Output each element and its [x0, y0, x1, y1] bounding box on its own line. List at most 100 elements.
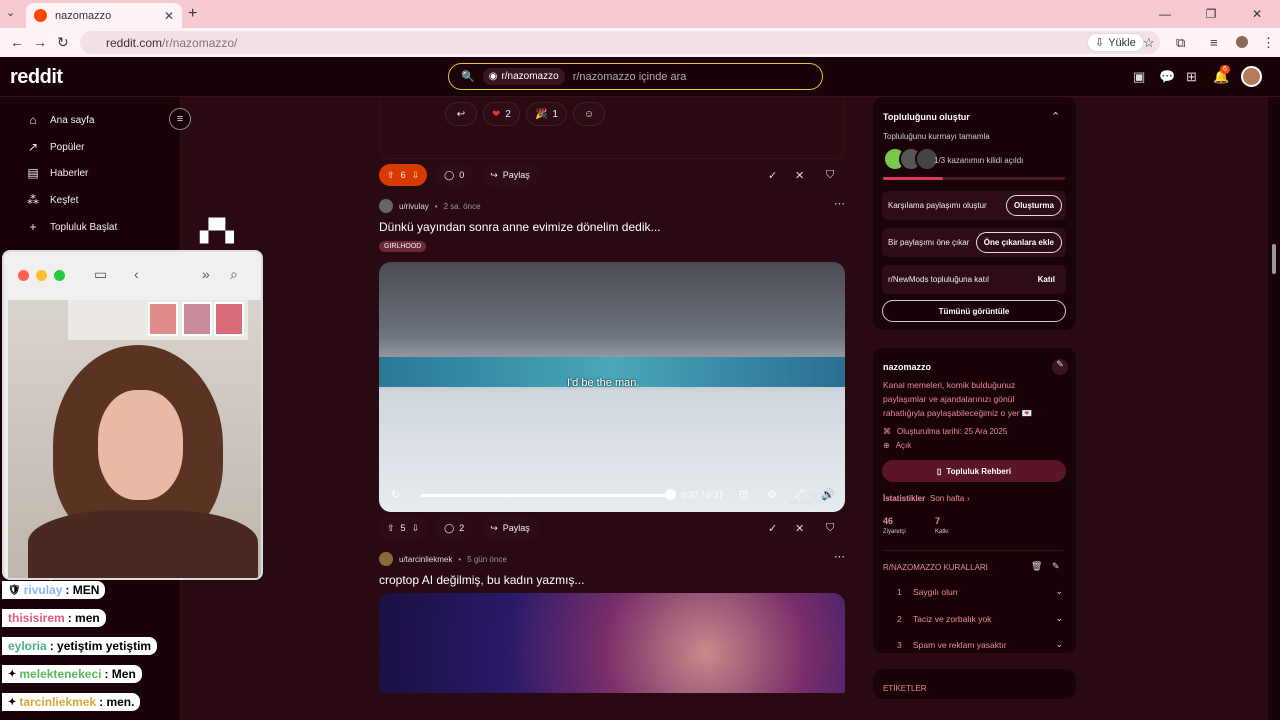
rule-item[interactable]: 1 Saygılı olun ⌄ — [883, 586, 1063, 597]
remove-icon[interactable]: ✕ — [795, 522, 804, 535]
notification-badge: 6 — [1220, 65, 1230, 74]
add-to-highlights-button[interactable]: Öne çıkanlara ekle — [975, 232, 1062, 253]
share-button[interactable]: ↪ Paylaş — [481, 164, 539, 186]
heart-reaction-button[interactable]: ❤ 2 — [483, 102, 520, 126]
media-icon[interactable]: ≡ — [1210, 35, 1218, 50]
view-all-button[interactable]: Tümünü görüntüle — [882, 300, 1066, 322]
post-image[interactable] — [379, 593, 845, 693]
search-input[interactable]: 🔍 ◉ r/nazomazzo r/nazomazzo içinde ara — [448, 63, 823, 90]
video-progress-thumb[interactable] — [665, 489, 676, 500]
captions-icon[interactable]: ⊡ — [739, 488, 748, 501]
chevron-up-icon[interactable]: ⌃ — [1051, 110, 1060, 123]
install-button[interactable]: ⇩ Yükle — [1087, 33, 1144, 52]
address-bar-row: ← → ↻ reddit.com/r/nazomazzo/ ⇩ Yükle ☆ ⧉… — [0, 28, 1280, 57]
reload-icon[interactable]: ↻ — [57, 34, 69, 51]
upvote-icon[interactable]: ⇧ — [387, 523, 395, 534]
comments-button[interactable]: ◯ 0 — [435, 164, 474, 186]
settings-gear-icon[interactable]: ⚙ — [767, 488, 777, 501]
downvote-icon[interactable]: ⇩ — [412, 170, 420, 181]
post-title[interactable]: croptop AI değilmiş, bu kadın yazmış... — [379, 573, 584, 587]
sidebar-item-popular[interactable]: ↗ Popüler — [26, 140, 85, 154]
contributions-count: 7 — [935, 516, 941, 526]
replay-icon[interactable]: ↻ — [391, 488, 400, 501]
url-field[interactable]: reddit.com/r/nazomazzo/ — [80, 31, 1160, 54]
vote-control[interactable]: ⇧ 5 ⇩ — [379, 517, 428, 539]
ads-icon[interactable]: ▣ — [1133, 69, 1145, 85]
rule-item[interactable]: 2 Taciz ve zorbalık yok ⌄ — [883, 613, 1063, 624]
approve-icon[interactable]: ✓ — [768, 169, 777, 182]
upvote-icon[interactable]: ⇧ — [387, 170, 395, 181]
restore-icon[interactable]: ❐ — [1188, 0, 1234, 28]
guide-label: Topluluk Rehberi — [946, 466, 1012, 476]
reply-button[interactable]: ↩ — [445, 102, 477, 126]
sidebar-item-start-community[interactable]: + Topluluk Başlat — [26, 220, 117, 234]
join-button[interactable]: Katıl — [1031, 269, 1062, 290]
page-scrollbar[interactable] — [1268, 97, 1280, 720]
share-icon: ↪ — [490, 522, 498, 533]
setup-progress-bar — [883, 177, 1065, 180]
menu-icon[interactable]: ⋮ — [1262, 35, 1275, 51]
more-options-icon[interactable]: ⋯ — [834, 197, 845, 210]
sidebar-item-news[interactable]: ▤ Haberler — [26, 166, 88, 180]
author-avatar[interactable] — [379, 199, 393, 213]
profile-avatar[interactable] — [1236, 36, 1248, 48]
rule-number: 3 — [897, 639, 902, 650]
rule-item[interactable]: 3 Spam ve reklam yasaktır ⌄ — [883, 639, 1063, 650]
chat-icon[interactable]: 💬 — [1159, 69, 1175, 85]
popular-icon: ↗ — [27, 140, 39, 154]
more-options-icon[interactable]: ⋯ — [834, 550, 845, 563]
delete-icon[interactable]: 🗑 — [1031, 561, 1042, 572]
approve-icon[interactable]: ✓ — [768, 522, 777, 535]
back-icon[interactable]: ← — [10, 34, 24, 50]
browser-tab[interactable]: nazomazzo ✕ — [26, 3, 182, 28]
collapse-sidebar-button[interactable]: ≡ — [169, 108, 191, 130]
create-welcome-post-button[interactable]: Oluşturma — [1005, 195, 1062, 216]
user-avatar[interactable] — [1241, 66, 1262, 87]
shield-icon[interactable]: ⛉ — [826, 522, 834, 535]
close-window-icon[interactable]: ✕ — [1234, 0, 1280, 28]
downvote-icon[interactable]: ⇩ — [412, 523, 420, 534]
chat-text: : Men — [104, 667, 136, 681]
post-flair[interactable]: GIRLHOOD — [379, 241, 427, 252]
sidebar-item-label: Keşfet — [50, 194, 79, 206]
minimize-icon[interactable]: — — [1142, 0, 1188, 28]
author-avatar[interactable] — [379, 552, 393, 566]
new-tab-icon[interactable]: + — [188, 5, 197, 23]
chat-message: eyloria: yetiştim yetiştim — [2, 637, 158, 655]
chevron-down-icon: ⌄ — [1055, 613, 1063, 623]
remove-icon[interactable]: ✕ — [795, 169, 804, 182]
extensions-icon[interactable]: ⧉ — [1176, 35, 1185, 51]
webcam-overlay: ▭ ‹ » ⌕ — [2, 250, 263, 580]
scrollbar-thumb[interactable] — [1272, 244, 1276, 274]
post-author[interactable]: u/rivulay — [399, 202, 429, 211]
chevron-right-icon[interactable]: › — [967, 494, 970, 503]
sidebar-item-explore[interactable]: ⁂ Keşfet — [26, 193, 78, 207]
video-player[interactable]: I'd be the man. 0:37 / 0:37 ↻ ⊡ ⚙ ⤢ 🔊 Ti… — [379, 262, 845, 512]
edit-pencil-icon[interactable]: ✎ — [1052, 359, 1068, 375]
close-tab-icon[interactable]: ✕ — [164, 9, 174, 23]
create-post-icon[interactable]: ⊞ — [1186, 69, 1197, 85]
reddit-logo[interactable]: reddit — [10, 66, 63, 89]
post-title[interactable]: Dünkü yayından sonra anne evimize döneli… — [379, 220, 661, 234]
forward-icon[interactable]: → — [33, 34, 47, 50]
stats-period[interactable]: Son hafta — [930, 494, 964, 503]
add-reaction-button[interactable]: ☺ — [572, 102, 605, 126]
bookmark-star-icon[interactable]: ☆ — [1143, 35, 1155, 51]
post-author[interactable]: u/tarcinliekmek — [399, 555, 452, 564]
video-progress-track[interactable] — [421, 494, 671, 497]
chat-message: thisisirem: men — [2, 609, 106, 627]
comment-count: 0 — [459, 170, 465, 180]
comments-button[interactable]: ◯ 2 — [435, 517, 474, 539]
shield-icon[interactable]: ⛉ — [826, 169, 834, 182]
search-community-pill[interactable]: ◉ r/nazomazzo — [482, 68, 565, 85]
tab-search-icon[interactable]: ⌄ — [6, 6, 15, 19]
sidebar-item-home[interactable]: ⌂ Ana sayfa — [26, 113, 94, 127]
minimize-dot-icon — [36, 269, 47, 281]
community-guide-button[interactable]: ▯ Topluluk Rehberi — [882, 460, 1066, 482]
add-emoji-icon: ☺ — [583, 108, 595, 120]
edit-rules-icon[interactable]: ✎ — [1052, 561, 1060, 572]
created-date: ⌘ Oluşturulma tarihi: 25 Ara 2025 — [883, 427, 1007, 436]
vote-control[interactable]: ⇧ 6 ⇩ — [379, 164, 428, 186]
party-reaction-button[interactable]: 🎉 1 — [525, 102, 567, 126]
share-button[interactable]: ↪ Paylaş — [481, 517, 539, 539]
